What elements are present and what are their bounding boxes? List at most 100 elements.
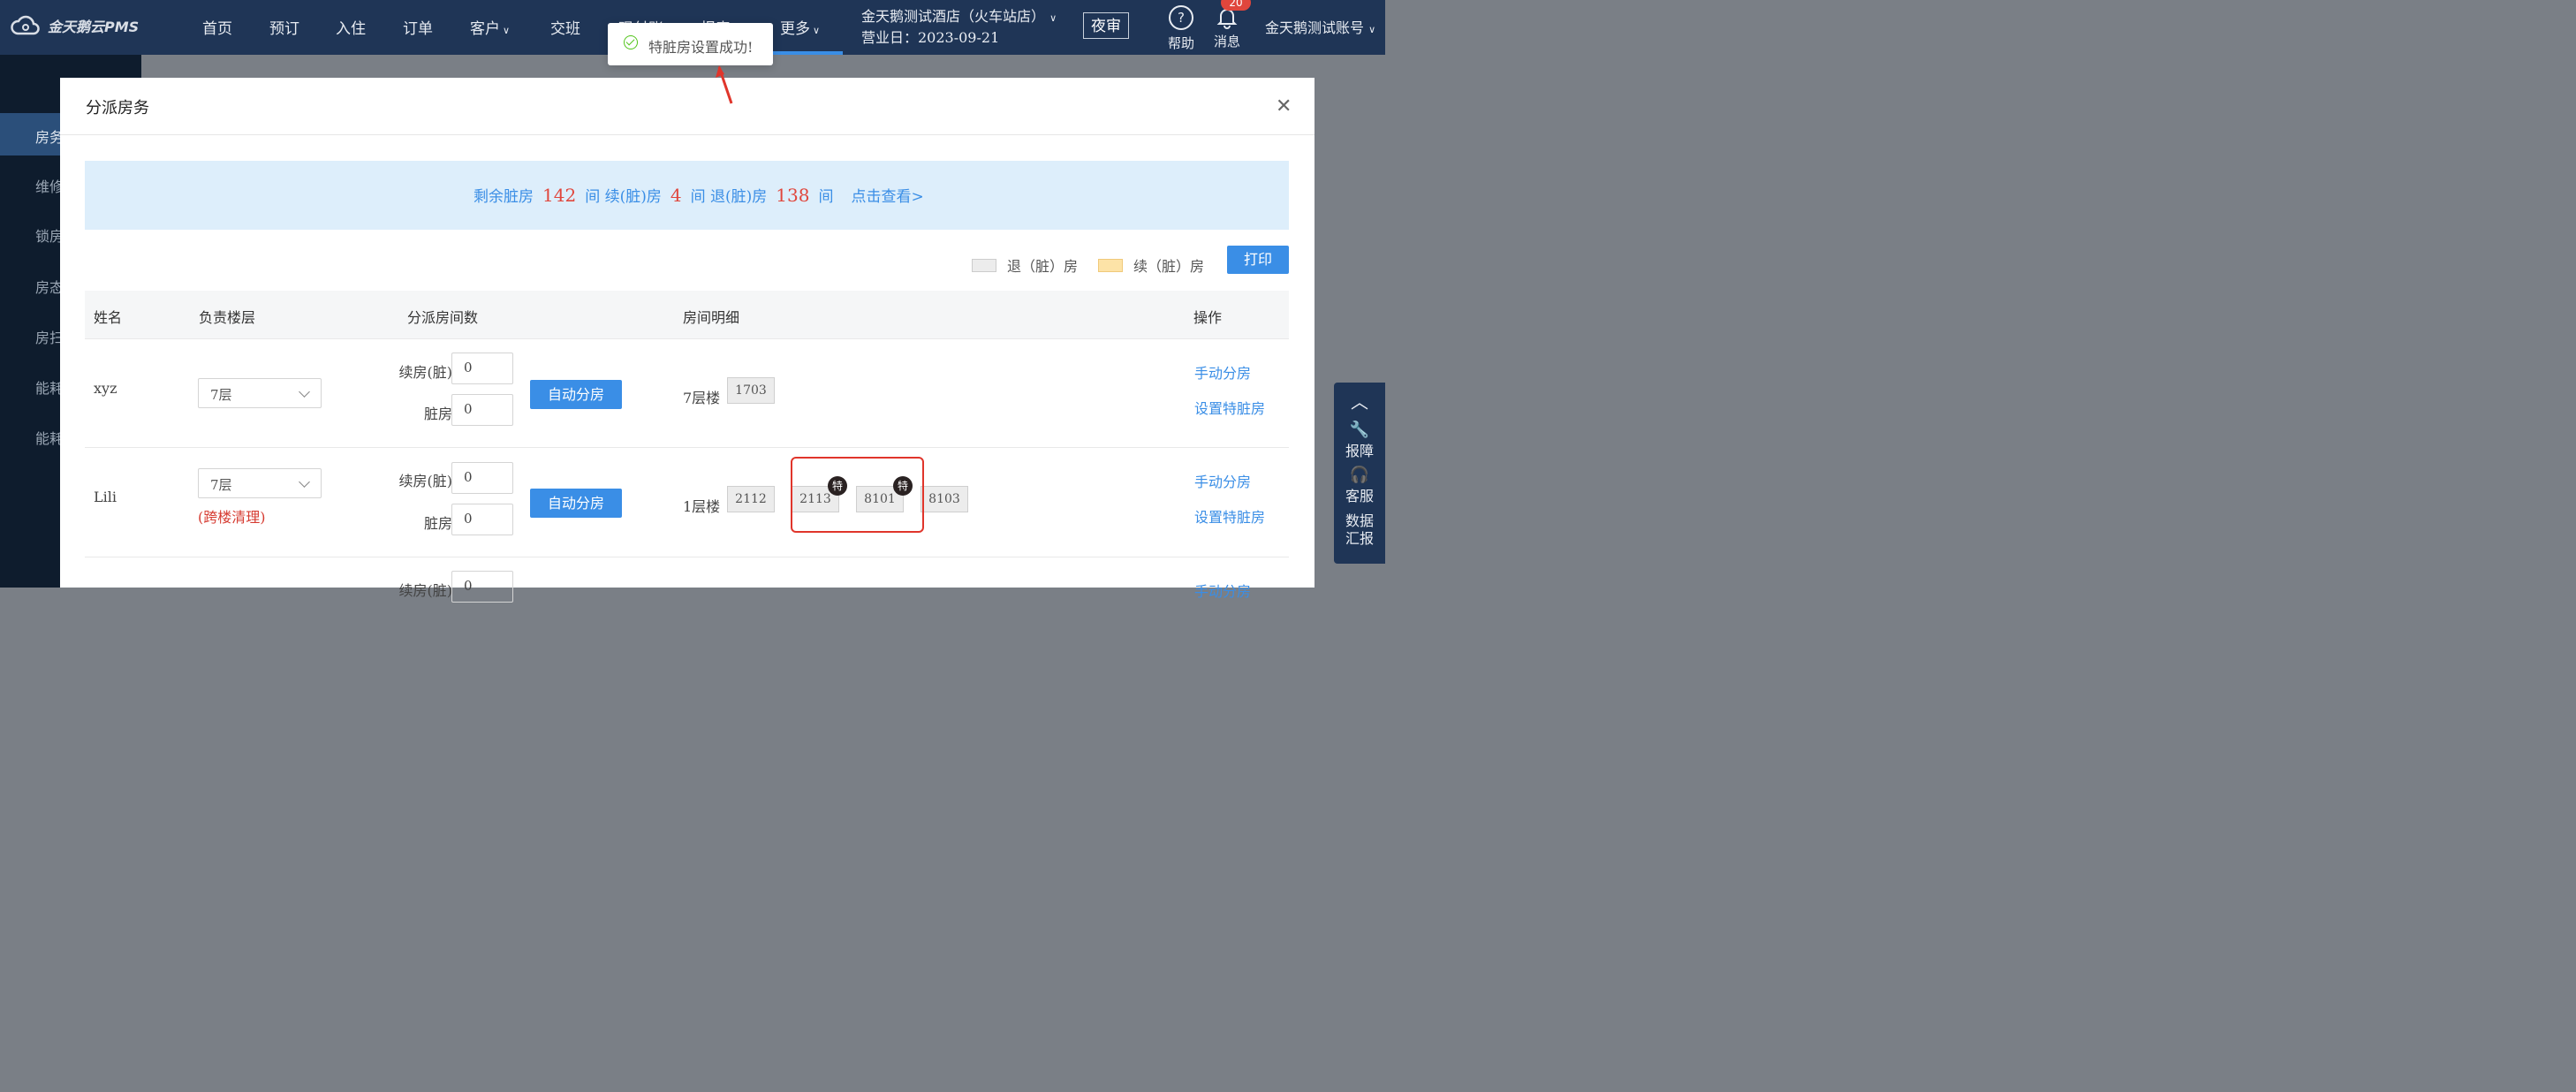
- manual-assign-link[interactable]: 手动分房: [1194, 580, 1251, 601]
- nav-home[interactable]: 首页: [202, 16, 232, 38]
- continued-dirty-input[interactable]: 0: [451, 353, 513, 384]
- legend-checkout-dirty: 退（脏）房: [972, 254, 1078, 276]
- modal-title: 分派房务: [86, 99, 149, 118]
- report-fault-button[interactable]: 🔧 报障: [1334, 421, 1385, 460]
- legend-swatch-gray: [972, 258, 996, 272]
- nav-customers-label: 客户: [470, 20, 500, 38]
- chevron-down-icon: [299, 476, 310, 488]
- chevron-up-icon[interactable]: ︿: [1334, 388, 1385, 413]
- dirty-label: 脏房: [423, 406, 452, 422]
- view-details-link[interactable]: 点击查看>: [851, 188, 923, 206]
- continued-unit: 间 续(脏)房: [585, 188, 662, 206]
- message-count-badge: 20: [1221, 0, 1251, 11]
- dirty-input[interactable]: 0: [451, 394, 513, 426]
- report-fault-label: 报障: [1345, 443, 1374, 459]
- col-name: 姓名: [94, 309, 123, 326]
- floor-select-value: 7层: [210, 387, 232, 403]
- assign-housekeeping-modal: 分派房务 ✕ 剩余脏房 142 间 续(脏)房 4 间 退(脏)房 138 间点击查看> 退…: [60, 78, 1315, 603]
- help-button[interactable]: ? 帮助: [1166, 5, 1196, 52]
- close-icon[interactable]: ✕: [1276, 95, 1292, 118]
- dirty-input[interactable]: 0: [451, 504, 513, 535]
- cross-floor-note: (跨楼清理): [198, 509, 266, 526]
- hotel-name: 金天鹅测试酒店（火车站店）: [861, 8, 1046, 25]
- floor-select-value: 7层: [210, 477, 232, 493]
- remaining-label: 剩余脏房: [474, 188, 534, 206]
- hotel-selector[interactable]: 金天鹅测试酒店（火车站店） ∨ 营业日：2023-09-21: [861, 7, 1057, 48]
- print-button[interactable]: 打印: [1227, 246, 1289, 274]
- continued-dirty-input[interactable]: 0: [451, 462, 513, 494]
- toast-message: 特脏房设置成功!: [648, 39, 754, 56]
- staff-name: Lili: [94, 489, 117, 505]
- continued-dirty-label: 续房(脏): [398, 364, 453, 381]
- nav-customers[interactable]: 客户 ∨: [470, 16, 510, 38]
- messages-button[interactable]: 消息: [1212, 5, 1242, 50]
- auto-assign-button[interactable]: 自动分房: [530, 489, 622, 518]
- room-chip[interactable]: 8103: [921, 486, 968, 512]
- annotation-arrow-icon: [716, 65, 733, 104]
- set-special-dirty-link[interactable]: 设置特脏房: [1194, 397, 1265, 418]
- nav-active-indicator: [769, 51, 843, 55]
- continued-dirty-label: 续房(脏): [398, 473, 453, 489]
- chevron-down-icon: ∨: [1368, 24, 1376, 35]
- customer-service-button[interactable]: 🎧 客服: [1334, 466, 1385, 505]
- legend-checkout-label: 退（脏）房: [1007, 258, 1079, 275]
- continued-dirty-label: 续房(脏): [398, 582, 453, 599]
- nav-more-label: 更多: [780, 20, 810, 38]
- room-chip[interactable]: 2112: [727, 486, 775, 512]
- chevron-down-icon: ∨: [1049, 12, 1057, 24]
- manual-assign-link[interactable]: 手动分房: [1194, 361, 1251, 383]
- success-toast: 特脏房设置成功!: [608, 23, 773, 65]
- floor-select[interactable]: 7层: [198, 468, 322, 498]
- remaining-count: 142: [542, 185, 577, 206]
- nav-reservation[interactable]: 预订: [269, 16, 299, 38]
- account-name: 金天鹅测试账号: [1265, 19, 1365, 36]
- brand-name: 金天鹅云PMS: [48, 19, 140, 35]
- auto-assign-button[interactable]: 自动分房: [530, 380, 622, 409]
- nav-checkin[interactable]: 入住: [336, 16, 366, 38]
- dirty-label: 脏房: [423, 515, 452, 532]
- modal-divider: [60, 134, 1315, 135]
- nav-more[interactable]: 更多 ∨: [780, 16, 820, 38]
- checkout-unit: 间 退(脏)房: [690, 188, 768, 206]
- set-special-dirty-link[interactable]: 设置特脏房: [1194, 505, 1265, 527]
- question-icon: ?: [1169, 5, 1193, 30]
- annotation-highlight-box: [791, 457, 924, 533]
- col-floor: 负责楼层: [199, 309, 256, 326]
- continued-dirty-input[interactable]: 0: [451, 571, 513, 603]
- legend-continued-label: 续（脏）房: [1133, 258, 1205, 275]
- chevron-down-icon: ∨: [813, 25, 821, 36]
- customer-service-label: 客服: [1345, 488, 1374, 504]
- legend-swatch-yellow: [1098, 258, 1123, 272]
- col-room-detail: 房间明细: [683, 309, 740, 326]
- nav-orders[interactable]: 订单: [403, 16, 433, 38]
- check-circle-icon: [624, 35, 638, 49]
- table-header: 姓名 负责楼层 分派房间数 房间明细 操作: [85, 291, 1289, 338]
- manual-assign-link[interactable]: 手动分房: [1194, 470, 1251, 491]
- col-room-count: 分派房间数: [407, 309, 479, 326]
- nav-shift[interactable]: 交班: [550, 16, 580, 38]
- chevron-down-icon: ∨: [503, 25, 511, 36]
- staff-name: xyz: [94, 380, 117, 397]
- right-float-panel: ︿ 🔧 报障 🎧 客服 数据汇报: [1334, 383, 1385, 564]
- col-actions: 操作: [1193, 309, 1223, 326]
- chevron-down-icon: [299, 386, 310, 398]
- brand-logo[interactable]: 金天鹅云PMS: [11, 14, 139, 37]
- row-divider: [85, 338, 1289, 339]
- room-unit: 间: [818, 188, 834, 206]
- account-menu[interactable]: 金天鹅测试账号 ∨: [1265, 16, 1375, 37]
- cloud-logo-icon: [11, 15, 40, 35]
- floor-select[interactable]: 7层: [198, 378, 322, 408]
- legend-continued-dirty: 续（脏）房: [1098, 254, 1204, 276]
- business-day: 营业日：2023-09-21: [861, 29, 1000, 46]
- continued-count: 4: [670, 185, 682, 206]
- room-chip[interactable]: 1703: [727, 377, 775, 404]
- dirty-room-summary: 剩余脏房 142 间 续(脏)房 4 间 退(脏)房 138 间点击查看>: [85, 161, 1289, 230]
- messages-label: 消息: [1213, 34, 1240, 49]
- floor-group-label: 7层楼: [683, 390, 721, 406]
- night-audit-button[interactable]: 夜审: [1083, 12, 1129, 39]
- help-label: 帮助: [1167, 35, 1194, 51]
- headset-icon: 🎧: [1349, 466, 1370, 484]
- checkout-count: 138: [776, 185, 810, 206]
- summary-text: 剩余脏房 142 间 续(脏)房 4 间 退(脏)房 138 间点击查看>: [474, 184, 924, 206]
- data-report-button[interactable]: 数据汇报: [1345, 512, 1375, 548]
